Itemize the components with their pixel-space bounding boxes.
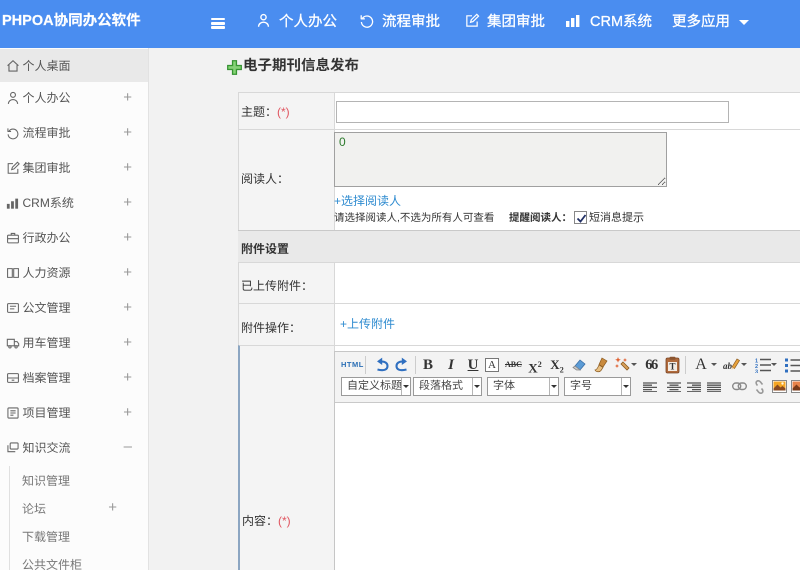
svg-text:3: 3 <box>755 370 758 374</box>
svg-text:ab: ab <box>723 361 733 371</box>
svg-text:T: T <box>669 362 675 372</box>
